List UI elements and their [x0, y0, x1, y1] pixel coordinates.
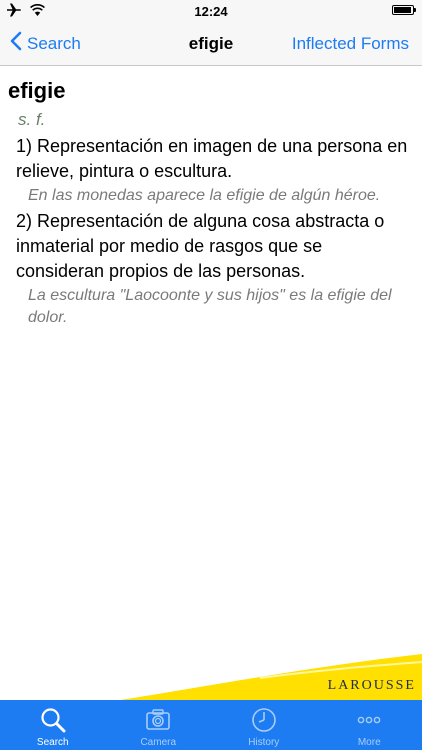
back-button-label: Search	[27, 33, 81, 53]
tab-label: More	[357, 737, 381, 748]
sense-definition: 2) Representación de alguna cosa abstrac…	[16, 211, 385, 281]
entry-content: efigie s. f. 1) Representación en imagen…	[0, 66, 422, 700]
larousse-logo: LAROUSSE	[327, 678, 416, 693]
status-time: 12:24	[194, 4, 228, 19]
more-icon	[355, 706, 383, 734]
tab-history[interactable]: History	[211, 700, 317, 750]
search-icon	[39, 706, 67, 734]
navigation-bar: Search efigie Inflected Forms	[0, 22, 422, 66]
tab-more[interactable]: More	[317, 700, 422, 750]
tab-label: History	[248, 737, 280, 748]
status-bar: 12:24	[0, 0, 422, 22]
tab-camera[interactable]: Camera	[106, 700, 212, 750]
clock-icon	[250, 706, 278, 734]
sense-definition: 1) Representación en imagen de una perso…	[16, 136, 408, 181]
inflected-forms-button[interactable]: Inflected Forms	[292, 22, 409, 65]
chevron-left-icon	[10, 31, 27, 56]
dictionary-entry: efigie s. f. 1) Representación en imagen…	[0, 66, 422, 329]
tab-bar: Search Camera History More	[0, 700, 422, 750]
battery-icon	[392, 5, 416, 15]
tab-search[interactable]: Search	[0, 700, 106, 750]
part-of-speech: s. f.	[18, 110, 46, 129]
headword: efigie	[8, 78, 66, 103]
tab-label: Camera	[140, 737, 177, 748]
sense-example: La escultura "Laocoonte y sus hijos" es …	[28, 287, 392, 326]
larousse-banner: LAROUSSE	[0, 640, 422, 700]
tab-label: Search	[36, 737, 69, 748]
sense-example: En las monedas aparece la efigie de algú…	[28, 187, 381, 204]
back-button[interactable]: Search	[10, 22, 81, 65]
camera-icon	[144, 706, 172, 734]
